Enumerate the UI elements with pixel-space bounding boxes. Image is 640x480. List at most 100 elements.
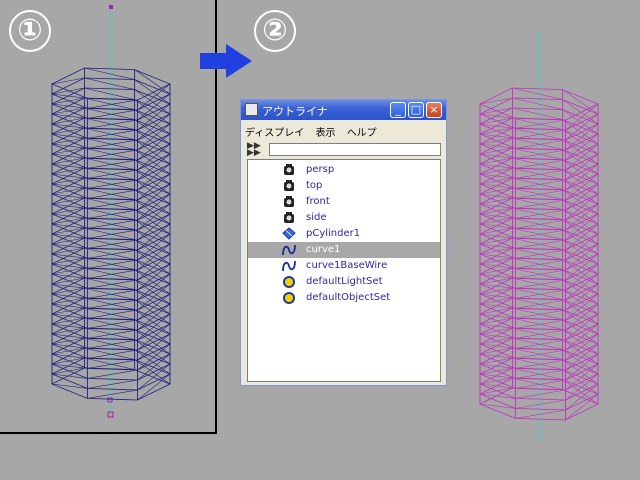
wire-diagonal: [479, 257, 513, 265]
outliner-item-label: pCylinder1: [306, 228, 361, 239]
outliner-item[interactable]: curve1BaseWire: [248, 258, 440, 274]
wire-diagonal: [515, 409, 566, 419]
wire-diagonal: [51, 227, 85, 235]
wire-diagonal: [51, 277, 85, 285]
outliner-titlebar[interactable]: アウトライナ _ □ ×: [241, 100, 446, 120]
outliner-title: アウトライナ: [262, 105, 328, 118]
wire-diagonal: [479, 377, 513, 385]
close-button[interactable]: ×: [426, 102, 442, 118]
wire-diagonal: [87, 389, 138, 399]
wire-diagonal: [51, 177, 85, 185]
menu-help[interactable]: ヘルプ: [347, 128, 377, 139]
wire-diagonal: [51, 137, 85, 145]
wire-diagonal: [51, 87, 85, 95]
wire-diagonal: [51, 357, 85, 365]
wire-diagonal: [87, 369, 138, 379]
wire-diagonal: [51, 147, 85, 155]
wire-diagonal: [479, 387, 513, 395]
wire-diagonal: [51, 367, 85, 375]
wire-diagonal: [51, 287, 85, 295]
wire-diagonal: [479, 217, 513, 225]
outliner-item[interactable]: pCylinder1: [248, 226, 440, 242]
wire-diagonal: [51, 77, 85, 85]
wire-diagonal: [51, 317, 85, 325]
outliner-item-label: defaultLightSet: [306, 276, 383, 287]
outliner-item[interactable]: front: [248, 194, 440, 210]
outliner-item[interactable]: side: [248, 210, 440, 226]
wire-diagonal: [51, 297, 85, 305]
outliner-item[interactable]: defaultLightSet: [248, 274, 440, 290]
wire-diagonal: [479, 177, 513, 185]
wire-diagonal: [479, 277, 513, 285]
wire-diagonal: [479, 227, 513, 235]
outliner-window[interactable]: アウトライナ _ □ × ディスプレイ 表示 ヘルプ ▶▶ ▶▶ persp top…: [240, 99, 447, 386]
wire-diagonal: [479, 207, 513, 215]
outliner-app-icon: [245, 103, 258, 116]
outliner-filter-input[interactable]: [269, 143, 441, 156]
wire-diagonal: [51, 207, 85, 215]
camera-icon: [282, 163, 296, 177]
outliner-item-label: defaultObjectSet: [306, 292, 391, 303]
outliner-item[interactable]: curve1: [248, 242, 440, 258]
wire-diagonal: [479, 367, 513, 375]
mesh-icon: [282, 227, 296, 241]
outliner-filter-row: ▶▶ ▶▶: [245, 142, 441, 158]
wire-diagonal: [51, 267, 85, 275]
wire-diagonal: [479, 327, 513, 335]
wire-diagonal: [51, 237, 85, 245]
wire-diagonal: [479, 137, 513, 145]
curve-point-top: [109, 5, 113, 9]
menu-display[interactable]: ディスプレイ: [245, 128, 304, 139]
camera-icon: [282, 179, 296, 193]
wire-diagonal: [479, 167, 513, 175]
wire-diagonal: [51, 117, 85, 125]
wire-diagonal: [515, 389, 566, 399]
camera-icon: [282, 211, 296, 225]
wire-diagonal: [479, 267, 513, 275]
wire-diagonal: [479, 97, 513, 105]
wire-diagonal: [51, 197, 85, 205]
menu-show[interactable]: 表示: [316, 128, 336, 139]
minimize-button[interactable]: _: [390, 102, 406, 118]
wire-diagonal: [479, 157, 513, 165]
wire-diagonal: [51, 257, 85, 265]
wire-diagonal: [479, 287, 513, 295]
outliner-item[interactable]: top: [248, 178, 440, 194]
wire-diagonal: [51, 157, 85, 165]
outliner-item-label: persp: [306, 164, 335, 175]
outliner-item[interactable]: defaultObjectSet: [248, 290, 440, 306]
curve-icon: [282, 243, 296, 257]
filter-arrows-icon[interactable]: ▶▶ ▶▶: [247, 142, 265, 158]
curve-icon: [282, 259, 296, 273]
wire-diagonal: [479, 337, 513, 345]
outliner-item-label: front: [306, 196, 330, 207]
curve-point-bottom: [107, 411, 114, 418]
outliner-item[interactable]: persp: [248, 162, 440, 178]
outliner-menubar: ディスプレイ 表示 ヘルプ: [245, 124, 385, 140]
outliner-item-label: curve1: [306, 244, 341, 255]
wire-diagonal: [479, 237, 513, 245]
wire-diagonal: [479, 357, 513, 365]
wire-diagonal: [87, 379, 138, 389]
wire-diagonal: [51, 187, 85, 195]
wire-diagonal: [51, 107, 85, 115]
wire-diagonal: [479, 117, 513, 125]
wire-diagonal: [51, 337, 85, 345]
wire-diagonal: [479, 187, 513, 195]
set-icon: [282, 275, 296, 289]
wire-diagonal: [479, 147, 513, 155]
wire-diagonal: [479, 197, 513, 205]
wire-diagonal: [479, 297, 513, 305]
wire-diagonal: [51, 127, 85, 135]
wire-diagonal: [51, 307, 85, 315]
maximize-button[interactable]: □: [408, 102, 424, 118]
camera-icon: [282, 195, 296, 209]
wire-diagonal: [479, 317, 513, 325]
wire-diagonal: [479, 127, 513, 135]
wire-diagonal: [51, 247, 85, 255]
outliner-list[interactable]: persp top front side pCylinder1 curve1 curve1B…: [247, 159, 441, 382]
wire-diagonal: [51, 217, 85, 225]
wire-diagonal: [51, 327, 85, 335]
outliner-item-label: side: [306, 212, 327, 223]
set-icon: [282, 291, 296, 305]
